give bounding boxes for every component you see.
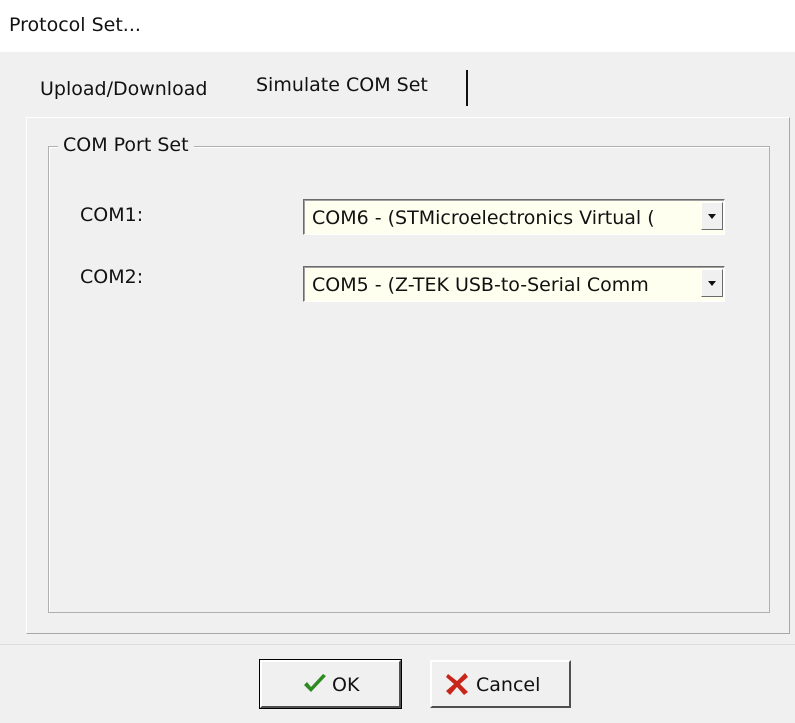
com1-label: COM1: [80, 204, 144, 226]
chevron-down-icon [708, 214, 716, 219]
tab-upload-download[interactable]: Upload/Download [40, 78, 207, 100]
protocol-set-dialog: Protocol Set... Upload/Download Simulate… [0, 0, 795, 723]
tab-divider [466, 70, 468, 106]
group-legend: COM Port Set [58, 134, 194, 156]
window-title: Protocol Set... [9, 14, 141, 36]
com2-label: COM2: [80, 266, 144, 288]
tab-simulate-com-set[interactable]: Simulate COM Set [256, 74, 428, 96]
ok-button[interactable]: OK [259, 659, 402, 709]
com1-dropdown-button[interactable] [701, 202, 723, 230]
cancel-button[interactable]: Cancel [430, 660, 571, 708]
com2-dropdown[interactable]: COM5 - (Z-TEK USB-to-Serial Comm [303, 266, 725, 302]
com1-selected-value: COM6 - (STMicroelectronics Virtual ( [312, 207, 655, 229]
x-mark-icon [446, 673, 468, 695]
com2-selected-value: COM5 - (Z-TEK USB-to-Serial Comm [312, 274, 649, 296]
ok-button-label: OK [332, 674, 360, 696]
checkmark-icon [304, 674, 326, 692]
com1-dropdown[interactable]: COM6 - (STMicroelectronics Virtual ( [303, 199, 725, 235]
com2-dropdown-button[interactable] [701, 269, 723, 297]
chevron-down-icon [708, 281, 716, 286]
title-bar: Protocol Set... [0, 0, 795, 52]
cancel-button-label: Cancel [476, 674, 541, 696]
